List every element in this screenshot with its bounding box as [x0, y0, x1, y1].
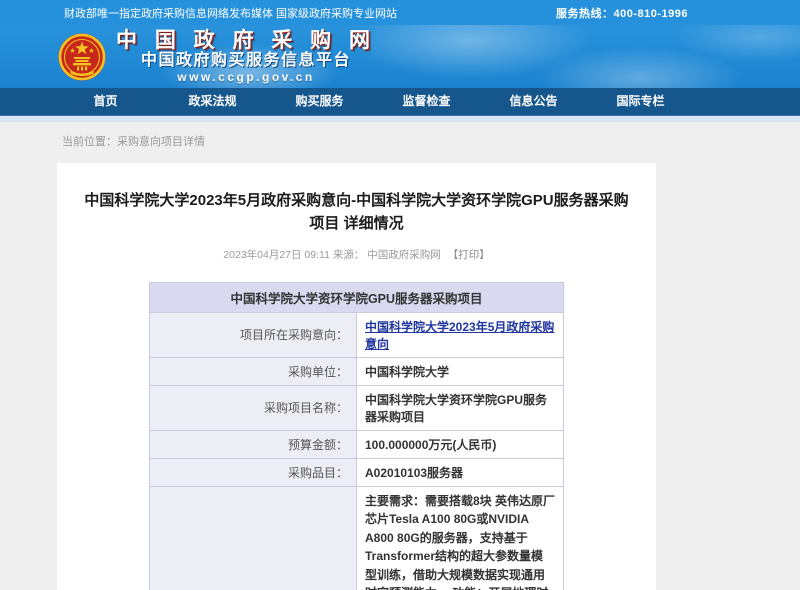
hotline-number: 400-810-1996	[613, 8, 688, 20]
national-emblem-icon[interactable]	[58, 33, 106, 81]
source-label: 来源：	[333, 249, 365, 261]
table-row: 采购品目： A02010103服务器	[150, 458, 564, 486]
nav-item-international[interactable]: 国际专栏	[587, 88, 694, 115]
row-label-budget: 预算金额：	[150, 430, 357, 458]
row-label-requirements: 采购需求概况：	[150, 486, 357, 590]
content-card: 中国科学院大学2023年5月政府采购意向-中国科学院大学资环学院GPU服务器采购…	[57, 163, 656, 590]
table-row: 采购单位： 中国科学院大学	[150, 357, 564, 385]
table-row: 预算金额： 100.000000万元(人民币)	[150, 430, 564, 458]
article-date: 2023年04月27日 09:11	[223, 249, 330, 261]
intention-link[interactable]: 中国科学院大学2023年5月政府采购意向	[365, 320, 554, 351]
site-name: 中 国 政 府 采 购 网	[116, 30, 376, 52]
site-banner: 中 国 政 府 采 购 网 中国政府购买服务信息平台 www.ccgp.gov.…	[0, 25, 800, 88]
table-row: 采购需求概况： 主要需求：需要搭载8块 英伟达原厂芯片Tesla A100 80…	[150, 486, 564, 590]
procurement-detail-table: 中国科学院大学资环学院GPU服务器采购项目 项目所在采购意向： 中国科学院大学2…	[149, 282, 564, 590]
hotline-label: 服务热线：	[556, 8, 614, 20]
row-value-project-name: 中国科学院大学资环学院GPU服务器采购项目	[357, 385, 564, 430]
breadcrumb-current: 采购意向项目详情	[117, 136, 205, 148]
breadcrumb: 当前位置：采购意向项目详情	[0, 122, 800, 163]
row-label-unit: 采购单位：	[150, 357, 357, 385]
service-hotline: 服务热线：400-810-1996	[556, 5, 688, 21]
nav-item-announcements[interactable]: 信息公告	[480, 88, 587, 115]
nav-item-home[interactable]: 首页	[52, 88, 159, 115]
row-value-requirements: 主要需求：需要搭载8块 英伟达原厂芯片Tesla A100 80G或NVIDIA…	[357, 486, 564, 590]
source-name: 中国政府采购网	[367, 249, 441, 261]
row-label-project-name: 采购项目名称：	[150, 385, 357, 430]
breadcrumb-label: 当前位置：	[62, 136, 117, 148]
site-title-block[interactable]: 中 国 政 府 采 购 网 中国政府购买服务信息平台 www.ccgp.gov.…	[116, 30, 376, 84]
table-title: 中国科学院大学资环学院GPU服务器采购项目	[150, 282, 564, 312]
top-utility-bar: 财政部唯一指定政府采购信息网络发布媒体 国家级政府采购专业网站 服务热线：400…	[0, 0, 800, 25]
nav-item-supervision[interactable]: 监督检查	[373, 88, 480, 115]
article-meta: 2023年04月27日 09:11 来源： 中国政府采购网 【打印】	[57, 247, 656, 262]
site-slogan: 财政部唯一指定政府采购信息网络发布媒体 国家级政府采购专业网站	[64, 5, 397, 21]
row-value-unit: 中国科学院大学	[357, 357, 564, 385]
site-url: www.ccgp.gov.cn	[177, 70, 315, 84]
row-label-intention: 项目所在采购意向：	[150, 312, 357, 357]
site-subtitle: 中国政府购买服务信息平台	[141, 52, 351, 70]
page-title: 中国科学院大学2023年5月政府采购意向-中国科学院大学资环学院GPU服务器采购…	[79, 189, 634, 236]
row-value-budget: 100.000000万元(人民币)	[357, 430, 564, 458]
nav-bottom-strip	[0, 115, 800, 122]
table-row: 项目所在采购意向： 中国科学院大学2023年5月政府采购意向	[150, 312, 564, 357]
row-label-category: 采购品目：	[150, 458, 357, 486]
table-row: 采购项目名称： 中国科学院大学资环学院GPU服务器采购项目	[150, 385, 564, 430]
print-button[interactable]: 【打印】	[448, 249, 490, 261]
main-nav: 首页 政采法规 购买服务 监督检查 信息公告 国际专栏	[0, 88, 800, 115]
nav-item-laws[interactable]: 政采法规	[159, 88, 266, 115]
row-value-category: A02010103服务器	[357, 458, 564, 486]
nav-item-purchase[interactable]: 购买服务	[266, 88, 373, 115]
